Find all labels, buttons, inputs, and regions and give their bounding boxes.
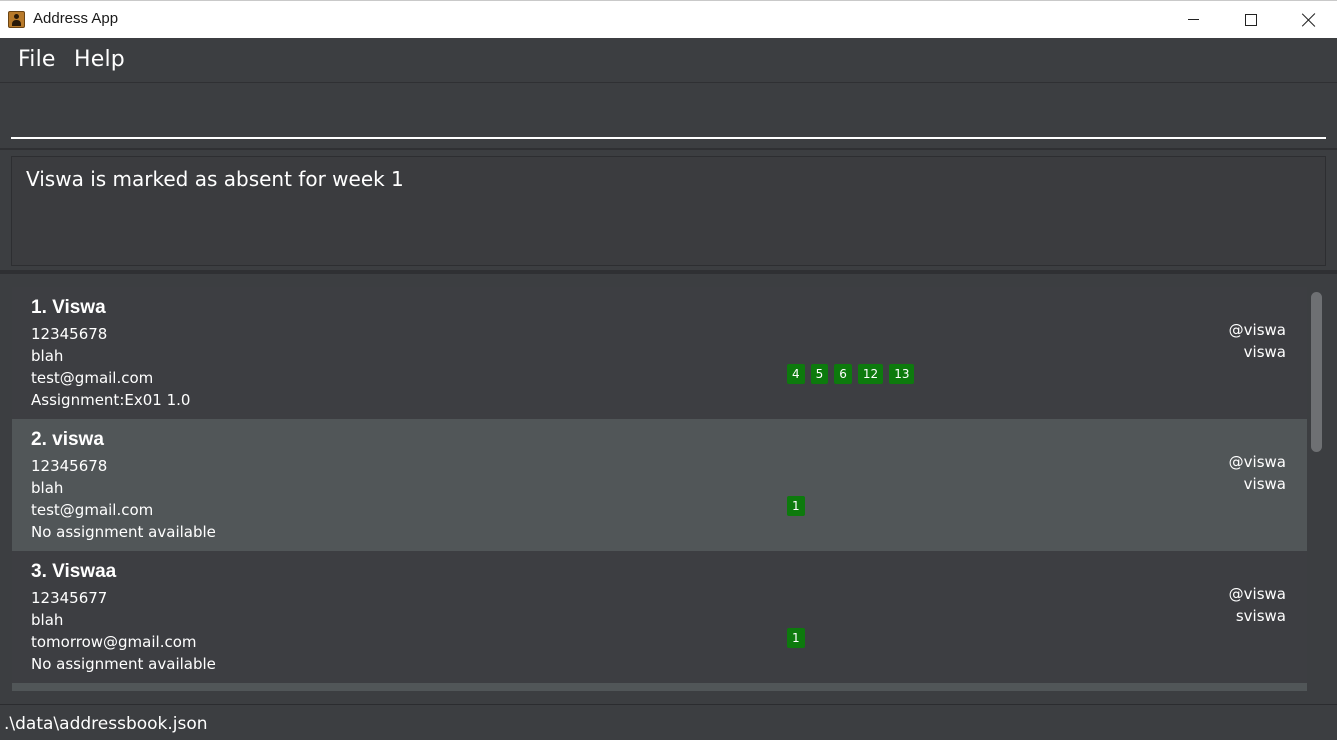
week-tag: 13 [889, 364, 915, 384]
person-telegram: @viswa [1228, 321, 1286, 339]
minimize-button[interactable] [1164, 1, 1222, 38]
result-message: Viswa is marked as absent for week 1 [26, 167, 404, 191]
person-phone: 12345678 [31, 457, 108, 475]
person-card-2[interactable]: 2. viswa 12345678 blah test@gmail.com No… [12, 419, 1307, 551]
person-card-1[interactable]: 1. Viswa 12345678 blah test@gmail.com As… [12, 287, 1307, 419]
close-button[interactable] [1280, 1, 1337, 38]
save-location: .\data\addressbook.json [4, 714, 208, 734]
person-github: viswa [1243, 475, 1286, 493]
person-telegram: @viswa [1228, 585, 1286, 603]
result-display: Viswa is marked as absent for week 1 [11, 156, 1326, 266]
person-assignment: No assignment available [31, 655, 216, 673]
week-tag: 6 [834, 364, 852, 384]
person-assignment: No assignment available [31, 523, 216, 541]
week-tag: 4 [787, 364, 805, 384]
menu-help[interactable]: Help [74, 47, 125, 72]
person-address: blah [31, 611, 64, 629]
week-tags: 1 [787, 496, 805, 516]
menu-bar: File Help [0, 38, 1337, 83]
status-bar: .\data\addressbook.json [0, 704, 1337, 740]
person-address: blah [31, 347, 64, 365]
menu-file[interactable]: File [18, 47, 56, 72]
person-telegram: @viswa [1228, 453, 1286, 471]
week-tag: 12 [857, 364, 884, 384]
person-email: tomorrow@gmail.com [31, 633, 197, 651]
person-phone: 12345677 [31, 589, 108, 607]
scrollbar-thumb[interactable] [1311, 292, 1322, 452]
person-card-partial[interactable] [12, 683, 1307, 691]
week-tags: 4 5 6 12 13 [787, 364, 915, 384]
person-name: 1. Viswa [31, 297, 106, 318]
person-list[interactable]: 1. Viswa 12345678 blah test@gmail.com As… [12, 287, 1307, 691]
week-tag: 5 [810, 364, 829, 384]
person-email: test@gmail.com [31, 369, 154, 387]
command-box [0, 83, 1337, 150]
command-input[interactable] [11, 89, 1326, 139]
person-github: sviswa [1235, 607, 1286, 625]
title-bar: Address App [0, 0, 1337, 38]
person-name: 3. Viswaa [31, 561, 117, 582]
person-assignment: Assignment:Ex01 1.0 [31, 391, 191, 409]
window-title: Address App [33, 10, 119, 27]
week-tags: 1 [787, 628, 805, 648]
week-tag: 1 [787, 628, 805, 648]
week-tag: 1 [787, 496, 805, 516]
person-email: test@gmail.com [31, 501, 154, 519]
maximize-icon [1245, 13, 1257, 26]
person-address: blah [31, 479, 64, 497]
close-icon [1302, 13, 1316, 27]
person-github: viswa [1243, 343, 1286, 361]
divider [0, 270, 1337, 274]
person-phone: 12345678 [31, 325, 108, 343]
person-name: 2. viswa [31, 429, 104, 450]
person-card-3[interactable]: 3. Viswaa 12345677 blah tomorrow@gmail.c… [12, 551, 1307, 683]
minimize-icon [1187, 19, 1199, 20]
maximize-button[interactable] [1222, 1, 1280, 38]
contact-book-icon [8, 11, 25, 28]
